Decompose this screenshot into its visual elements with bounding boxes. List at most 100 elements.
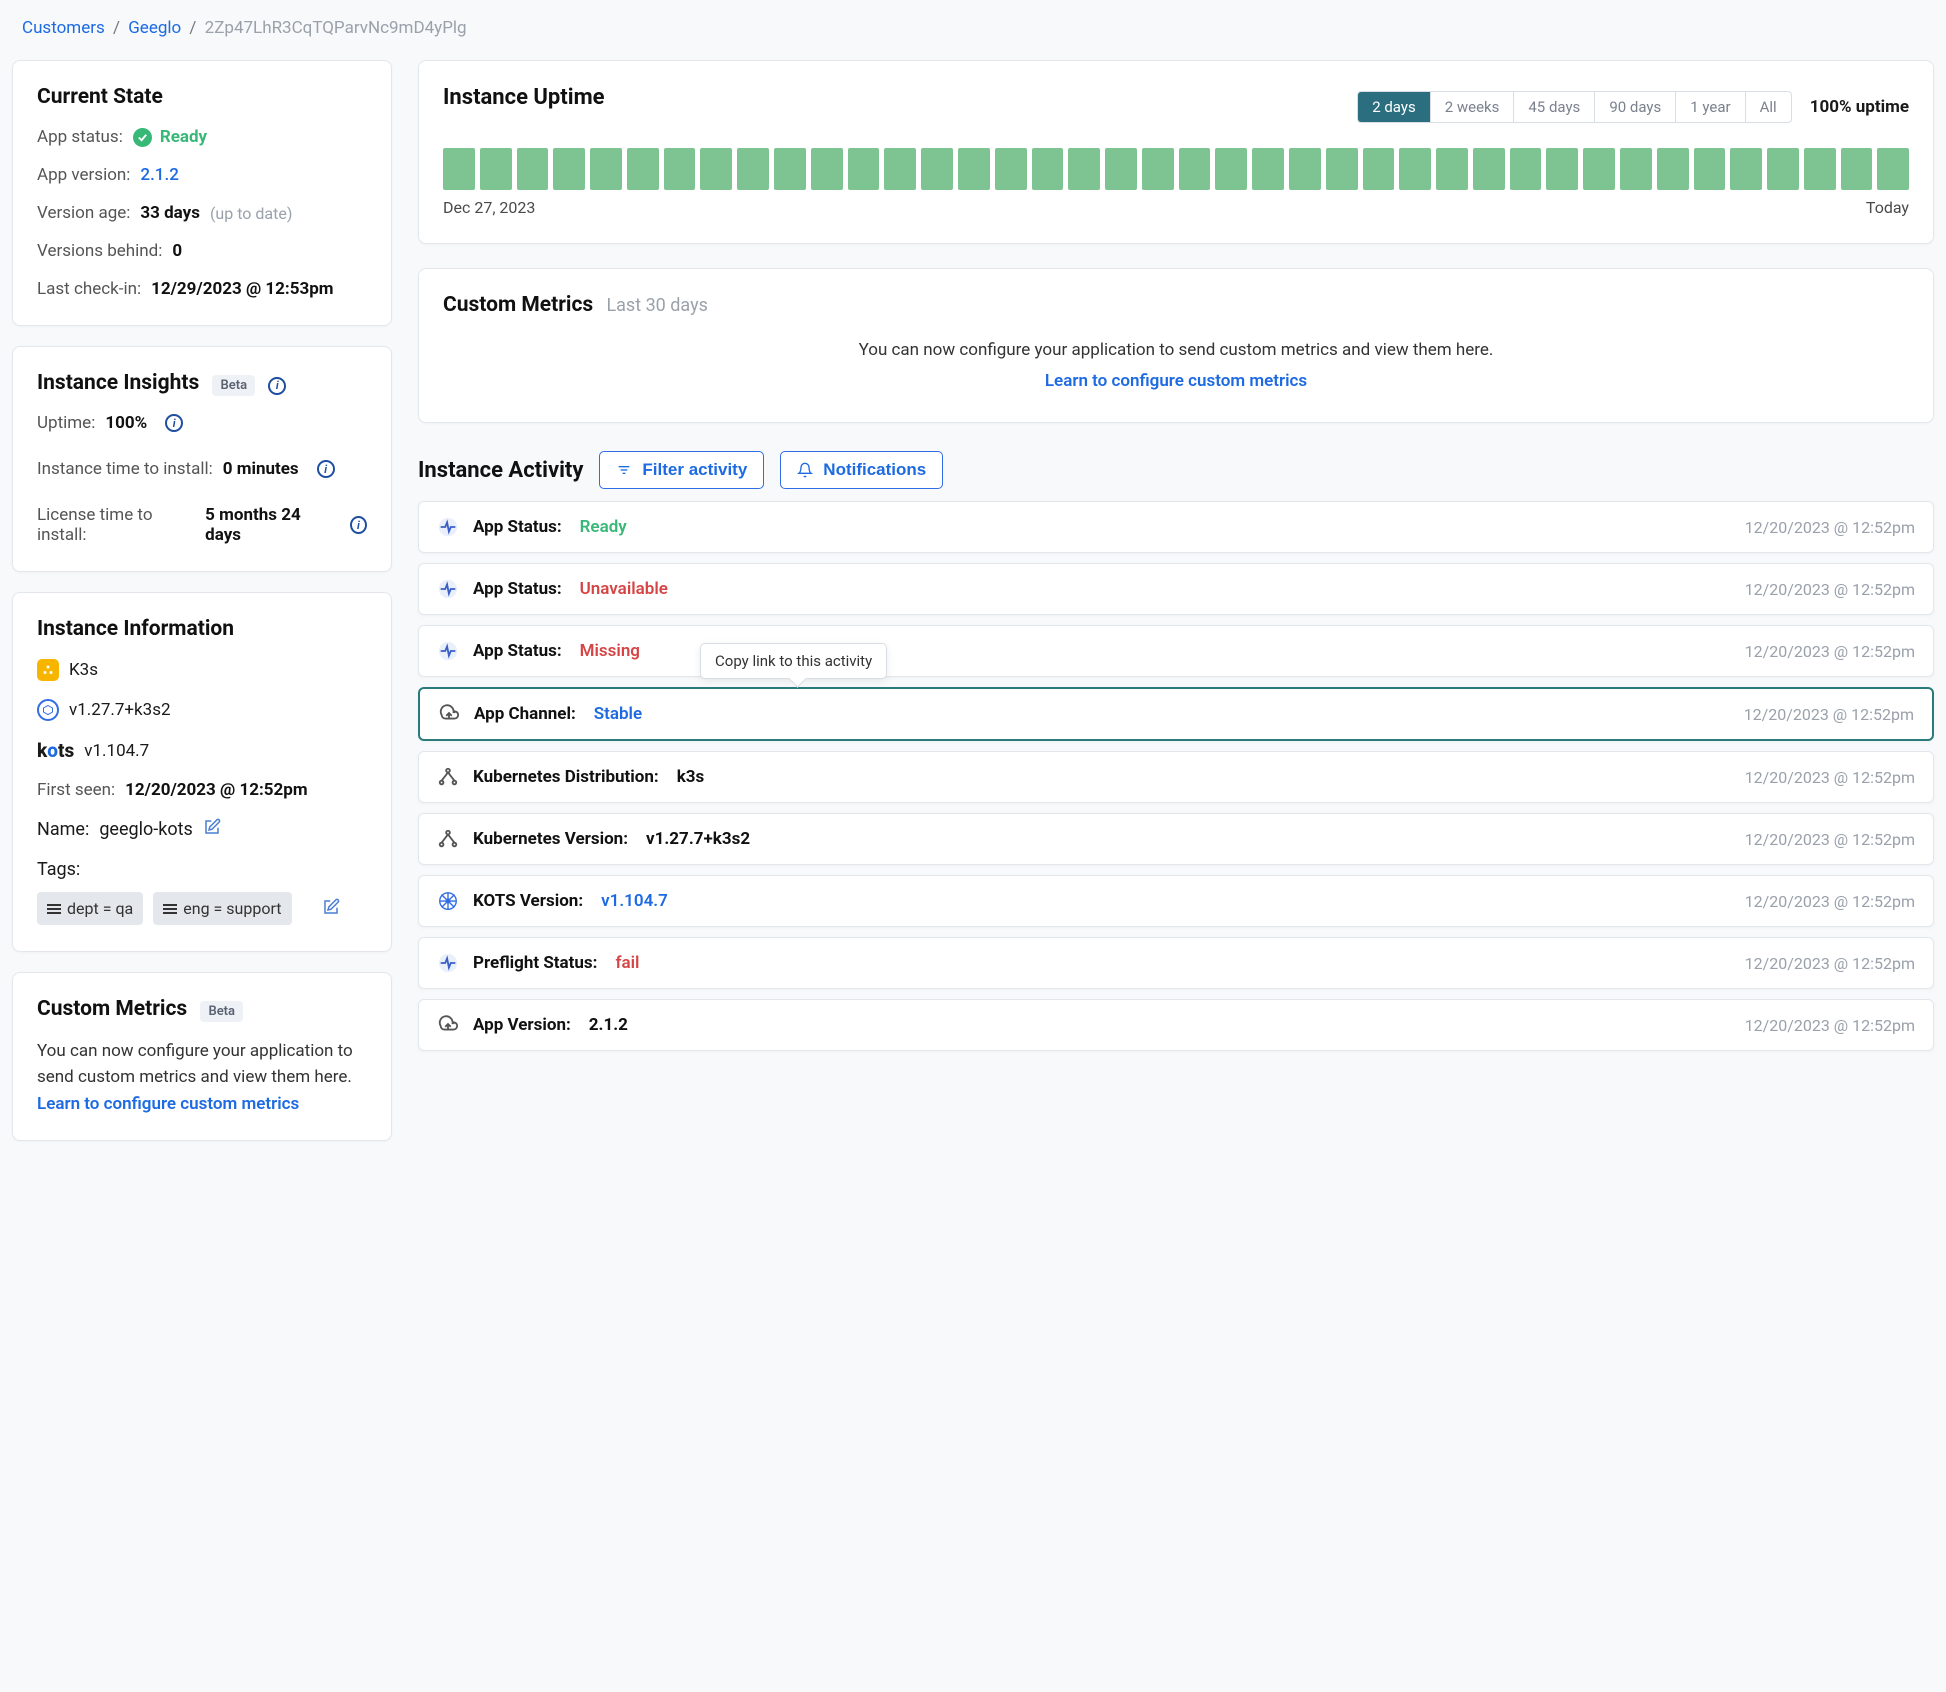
activity-row[interactable]: Preflight Status:fail12/20/2023 @ 12:52p… <box>418 937 1934 989</box>
activity-label: App Status: <box>473 517 562 537</box>
tags-label: Tags: <box>37 859 80 880</box>
first-seen-label: First seen: <box>37 780 115 800</box>
uptime-bar <box>774 148 806 190</box>
k3s-label: K3s <box>69 660 98 680</box>
tag-dept[interactable]: dept = qa <box>37 892 143 925</box>
info-icon[interactable]: i <box>317 460 335 478</box>
info-icon[interactable]: i <box>165 414 183 432</box>
range-2days[interactable]: 2 days <box>1358 92 1431 122</box>
activity-value: 2.1.2 <box>589 1015 628 1035</box>
activity-row[interactable]: App Version:2.1.212/20/2023 @ 12:52pm <box>418 999 1934 1051</box>
breadcrumb-instance-id: 2Zp47LhR3CqTQParvNc9mD4yPlg <box>205 18 467 38</box>
edit-name-icon[interactable] <box>203 818 221 841</box>
nodes-icon <box>437 828 459 850</box>
activity-label: Kubernetes Distribution: <box>473 767 659 787</box>
current-state-title: Current State <box>37 85 367 109</box>
info-icon[interactable]: i <box>268 377 286 395</box>
uptime-bar <box>1179 148 1211 190</box>
version-age-hint: (up to date) <box>210 204 292 223</box>
current-state-card: Current State App status: Ready App vers… <box>12 60 392 326</box>
uptime-chart <box>443 148 1909 190</box>
custom-metrics-right-card: Custom Metrics Last 30 days You can now … <box>418 268 1934 423</box>
uptime-bar <box>1804 148 1836 190</box>
activity-row[interactable]: Kubernetes Version:v1.27.7+k3s212/20/202… <box>418 813 1934 865</box>
uptime-bar <box>517 148 549 190</box>
uptime-bar <box>1215 148 1247 190</box>
bell-icon <box>797 462 813 478</box>
range-1year[interactable]: 1 year <box>1676 92 1745 122</box>
uptime-pct: 100% uptime <box>1810 97 1909 117</box>
uptime-bar <box>737 148 769 190</box>
copy-link-tooltip[interactable]: Copy link to this activity <box>700 643 887 679</box>
tag-eng[interactable]: eng = support <box>153 892 291 925</box>
app-status-label: App status: <box>37 127 123 147</box>
range-all[interactable]: All <box>1746 92 1791 122</box>
breadcrumb-customers[interactable]: Customers <box>22 18 105 38</box>
app-version-label: App version: <box>37 165 130 185</box>
uptime-bar <box>1767 148 1799 190</box>
app-version-link[interactable]: 2.1.2 <box>140 165 178 185</box>
uptime-bar <box>627 148 659 190</box>
uptime-bar <box>884 148 916 190</box>
k3s-icon <box>37 659 59 681</box>
breadcrumb: Customers / Geeglo / 2Zp47LhR3CqTQParvNc… <box>12 12 1934 60</box>
uptime-bar <box>1032 148 1064 190</box>
activity-value: fail <box>615 953 639 973</box>
activity-value: v1.27.7+k3s2 <box>646 829 750 849</box>
activity-row[interactable]: App Status:Missing12/20/2023 @ 12:52pm <box>418 625 1934 677</box>
versions-behind-value: 0 <box>172 241 182 261</box>
uptime-end-date: Today <box>1866 198 1909 217</box>
helm-icon <box>437 890 459 912</box>
app-status-value: Ready <box>133 127 207 147</box>
nodes-icon <box>437 766 459 788</box>
uptime-bar <box>958 148 990 190</box>
activity-label: Preflight Status: <box>473 953 597 973</box>
uptime-bar <box>1546 148 1578 190</box>
uptime-bar <box>1473 148 1505 190</box>
uptime-bar <box>1620 148 1652 190</box>
edit-tags-icon[interactable] <box>322 898 340 920</box>
range-2weeks[interactable]: 2 weeks <box>1431 92 1515 122</box>
info-icon[interactable]: i <box>350 516 367 534</box>
activity-time: 12/20/2023 @ 12:52pm <box>1745 768 1915 787</box>
uptime-bar <box>921 148 953 190</box>
range-45days[interactable]: 45 days <box>1514 92 1595 122</box>
uptime-bar <box>995 148 1027 190</box>
activity-value: v1.104.7 <box>601 891 668 911</box>
version-age-value: 33 days <box>140 203 200 223</box>
insights-title: Instance Insights Beta i <box>37 371 367 395</box>
uptime-value: 100% <box>105 413 147 433</box>
custom-metrics-left-title: Custom Metrics Beta <box>37 997 367 1021</box>
first-seen-value: 12/20/2023 @ 12:52pm <box>125 780 307 800</box>
activity-value: k3s <box>677 767 705 787</box>
menu-icon <box>163 904 177 914</box>
uptime-bar <box>1583 148 1615 190</box>
uptime-bar <box>848 148 880 190</box>
activity-row[interactable]: Kubernetes Distribution: k3s 12/20/2023 @ … <box>418 751 1934 803</box>
uptime-bar <box>1694 148 1726 190</box>
uptime-bar <box>443 148 475 190</box>
activity-value: Stable <box>594 704 642 724</box>
uptime-bar <box>480 148 512 190</box>
custom-metrics-right-link[interactable]: Learn to configure custom metrics <box>1045 371 1307 391</box>
activity-row[interactable]: App Status:Ready12/20/2023 @ 12:52pm <box>418 501 1934 553</box>
activity-row[interactable]: App Status:Unavailable12/20/2023 @ 12:52… <box>418 563 1934 615</box>
uptime-bar <box>1657 148 1689 190</box>
beta-badge: Beta <box>212 375 255 396</box>
custom-metrics-subtitle: Last 30 days <box>606 295 707 316</box>
lic-tti-value: 5 months 24 days <box>205 505 332 545</box>
uptime-bar <box>1877 148 1909 190</box>
activity-row[interactable]: KOTS Version:v1.104.712/20/2023 @ 12:52p… <box>418 875 1934 927</box>
uptime-bar <box>1142 148 1174 190</box>
custom-metrics-left-card: Custom Metrics Beta You can now configur… <box>12 972 392 1141</box>
version-age-label: Version age: <box>37 203 130 223</box>
lic-tti-label: License time to install: <box>37 505 195 545</box>
notifications-button[interactable]: Notifications <box>780 451 943 489</box>
custom-metrics-left-link[interactable]: Learn to configure custom metrics <box>37 1094 367 1114</box>
uptime-bar <box>1399 148 1431 190</box>
activity-row[interactable]: Copy link to this activityApp Channel:St… <box>418 687 1934 741</box>
activity-list: App Status:Ready12/20/2023 @ 12:52pmApp … <box>418 501 1934 1051</box>
range-90days[interactable]: 90 days <box>1595 92 1676 122</box>
filter-activity-button[interactable]: Filter activity <box>599 451 764 489</box>
breadcrumb-customer[interactable]: Geeglo <box>128 18 181 38</box>
